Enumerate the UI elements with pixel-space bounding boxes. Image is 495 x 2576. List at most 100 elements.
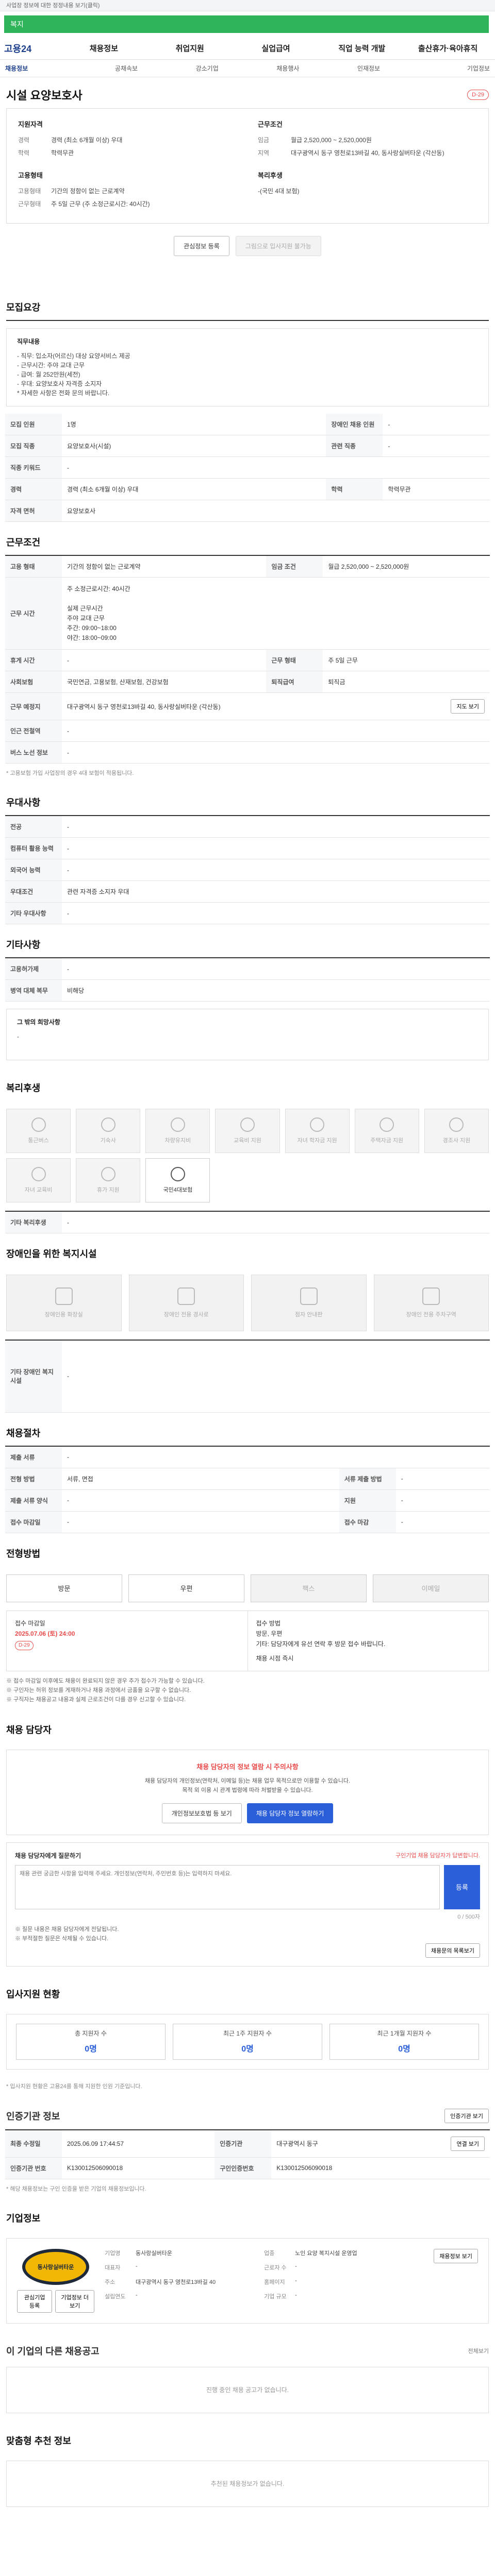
other-wish-box: 그 밖의 희망사항 - xyxy=(6,1009,489,1060)
info-key: 홈페이지 xyxy=(264,2279,285,2285)
th: 퇴직급여 xyxy=(266,671,323,693)
scrap-button[interactable]: 관심정보 등록 xyxy=(174,236,229,256)
more-link[interactable]: 전체보기 xyxy=(468,2347,489,2355)
company-more-button[interactable]: 기업정보 더보기 xyxy=(55,2290,94,2313)
td: - xyxy=(62,816,490,838)
site-logo[interactable]: 고용24 xyxy=(4,42,61,55)
company-jobs-button[interactable]: 채용정보 보기 xyxy=(434,2248,478,2263)
stat-card: 최근 1개월 지원자 수 0명 xyxy=(329,2023,479,2060)
stat-value: 0명 xyxy=(398,2045,410,2054)
disability-label: 장애인용 화장실 xyxy=(44,1312,83,1318)
welfare-label: 국민4대보험 xyxy=(163,1187,193,1193)
subtab[interactable]: 채용행사 xyxy=(248,64,328,73)
disability-label: 장애인 전용 주차구역 xyxy=(406,1312,456,1318)
info-key: 대표자 xyxy=(105,2264,121,2271)
info-value: 노인 요양 복지시설 운영업 xyxy=(295,2250,357,2257)
summary-heading: 복리후생 xyxy=(258,172,283,179)
duty-line: - 급여: 월 252만원(세전) xyxy=(17,371,80,378)
period-label: 접수 마감일 xyxy=(15,1619,45,1627)
gnb-item[interactable]: 취업지원 xyxy=(147,43,233,54)
other-wish-title: 그 밖의 희망사항 xyxy=(17,1019,60,1026)
subtab[interactable]: 인재정보 xyxy=(328,64,409,73)
contact-phone-value: 즉시 xyxy=(282,1654,294,1662)
stat-card: 최근 1주 지원자 수 0명 xyxy=(173,2023,322,2060)
interest-company-button[interactable]: 관심기업 등록 xyxy=(17,2290,53,2313)
qa-list-button[interactable]: 채용문의 목록보기 xyxy=(425,1943,480,1958)
gnb-item[interactable]: 실업급여 xyxy=(233,43,319,54)
td: - xyxy=(62,902,490,924)
privacy-law-button[interactable]: 개인정보보호법 등 보기 xyxy=(161,1803,242,1823)
gnb-item[interactable]: 출산휴가·육아휴직 xyxy=(405,43,491,54)
period-box: 접수 마감일 2025.07.06 (토) 24:00 D-29 접수 방법 방… xyxy=(6,1610,489,1671)
th: 직종 키워드 xyxy=(5,456,62,479)
notice-bar[interactable]: 사업장 정보에 대한 정정내용 보기(클릭) xyxy=(0,0,495,11)
td: 주 5일 근무 xyxy=(323,649,490,671)
contact-line: 기타: 담당자에게 유선 연락 후 방문 접수 바랍니다. xyxy=(256,1640,386,1648)
disability-grid: 장애인용 화장실 장애인 전용 경사로 점자 안내판 장애인 전용 주차구역 xyxy=(6,1275,489,1331)
th: 접수 마감 xyxy=(339,1511,396,1533)
gnb-item[interactable]: 채용정보 xyxy=(61,43,147,54)
vacation-icon xyxy=(101,1167,116,1181)
search-field[interactable] xyxy=(10,20,488,28)
info-value: 동사랑실버타운 xyxy=(136,2250,172,2257)
auth-link-button[interactable]: 연결 보기 xyxy=(451,2136,485,2151)
welfare-card: 주택자금 지원 xyxy=(354,1109,419,1153)
bullet: ※ 부적절한 질문은 삭제될 수 있습니다. xyxy=(15,1935,109,1942)
th: 장애인 채용 인원 xyxy=(326,414,383,435)
th: 지원 xyxy=(339,1489,396,1512)
disability-card: 점자 안내판 xyxy=(251,1275,367,1331)
qa-guide: 구인기업 채용 담당자가 답변합니다. xyxy=(395,1852,480,1859)
sub-tabs: 채용정보 공채속보 강소기업 채용행사 인재정보 기업정보 xyxy=(0,60,495,77)
qa-submit-button[interactable]: 등록 xyxy=(444,1865,480,1909)
kv-value: 대구광역시 동구 영천로13바길 40, 동사랑실버타운 (각산동) xyxy=(291,149,444,157)
map-button[interactable]: 지도 보기 xyxy=(451,699,485,714)
empty-state: 진행 중인 채용 공고가 없습니다. xyxy=(6,2366,489,2413)
section-title: 채용 담당자 xyxy=(6,1724,52,1735)
apply-methods: 방문 우편 팩스 이메일 xyxy=(6,1574,489,1602)
gift-icon xyxy=(449,1117,464,1132)
duty-line: - 직무: 입소자(어르신) 대상 요양서비스 제공 xyxy=(17,352,130,360)
qa-char-count: 0 / 500자 xyxy=(457,1913,480,1920)
apply-button[interactable]: 그림으로 입사지원 불가능 xyxy=(235,236,321,256)
th: 외국어 능력 xyxy=(5,859,62,881)
duty-title: 직무내용 xyxy=(17,338,40,345)
qa-box: 채용 담당자에게 질문하기 구인기업 채용 담당자가 답변합니다. 등록 0 /… xyxy=(6,1842,489,1967)
subtab[interactable]: 채용정보 xyxy=(2,64,86,73)
view-manager-button[interactable]: 채용 담당자 정보 열람하기 xyxy=(246,1803,334,1823)
gnb-item[interactable]: 직업 능력 개발 xyxy=(319,43,405,54)
alert-heading: 채용 담당자의 정보 열람 시 주의사항 xyxy=(196,1762,299,1771)
company-box: 동사랑실버타운 관심기업 등록 기업정보 더보기 기업명 동사랑실버타운 업종 노인 … xyxy=(6,2238,489,2324)
th: 전공 xyxy=(5,816,62,838)
subtab[interactable]: 강소기업 xyxy=(167,64,248,73)
contact-label: 접수 방법 xyxy=(256,1619,281,1627)
education-icon xyxy=(240,1117,255,1132)
search-input[interactable] xyxy=(4,15,489,33)
section-title: 이 기업의 다른 채용공고 xyxy=(6,2346,100,2357)
info-key: 주소 xyxy=(105,2279,116,2285)
auth-view-button[interactable]: 인증기관 보기 xyxy=(444,2108,489,2123)
braille-icon xyxy=(300,1287,318,1305)
etc-table: 고용허가제 - 병역 대체 복무 비해당 xyxy=(5,957,490,1002)
td: 관련 자격증 소지자 우대 xyxy=(62,880,490,903)
td: - xyxy=(62,859,490,881)
house-icon xyxy=(380,1117,394,1132)
qa-textarea[interactable] xyxy=(15,1865,440,1909)
insurance-icon xyxy=(170,1167,185,1181)
subtab[interactable]: 기업정보 xyxy=(409,64,493,73)
contact-phone-label: 채용 시점 xyxy=(256,1654,281,1662)
th: 자격 면허 xyxy=(5,500,62,522)
kv-key: 지역 xyxy=(258,149,270,157)
welfare-card: 통근버스 xyxy=(6,1109,71,1153)
duty-line: - 근무시간: 주야 교대 근무 xyxy=(17,362,85,369)
td: 요양보호사 xyxy=(62,500,490,522)
kv-value: 기간의 정함이 없는 근로계약 xyxy=(51,188,125,195)
td: 대구광역시 동구 영천로13바길 40, 동사랑실버타운 (각산동) xyxy=(62,692,323,720)
bullet: ※ 접수 마감일 이후에도 채용이 완료되지 않은 경우 추가 접수가 가능할 … xyxy=(6,1677,205,1684)
job-summary: 지원자격 경력 경력 (최소 6개월 이상) 우대 학력 학력무관 고용형태 고용형… xyxy=(6,108,489,224)
other-wish-value: - xyxy=(17,1033,19,1040)
note: * 고용보험 가입 사업장의 경우 4대 보험이 적용됩니다. xyxy=(6,770,134,776)
kv-key: 임금 xyxy=(258,137,270,144)
period-dday: D-29 xyxy=(15,1640,34,1650)
method-mail: 우편 xyxy=(128,1574,244,1602)
subtab[interactable]: 공채속보 xyxy=(86,64,167,73)
